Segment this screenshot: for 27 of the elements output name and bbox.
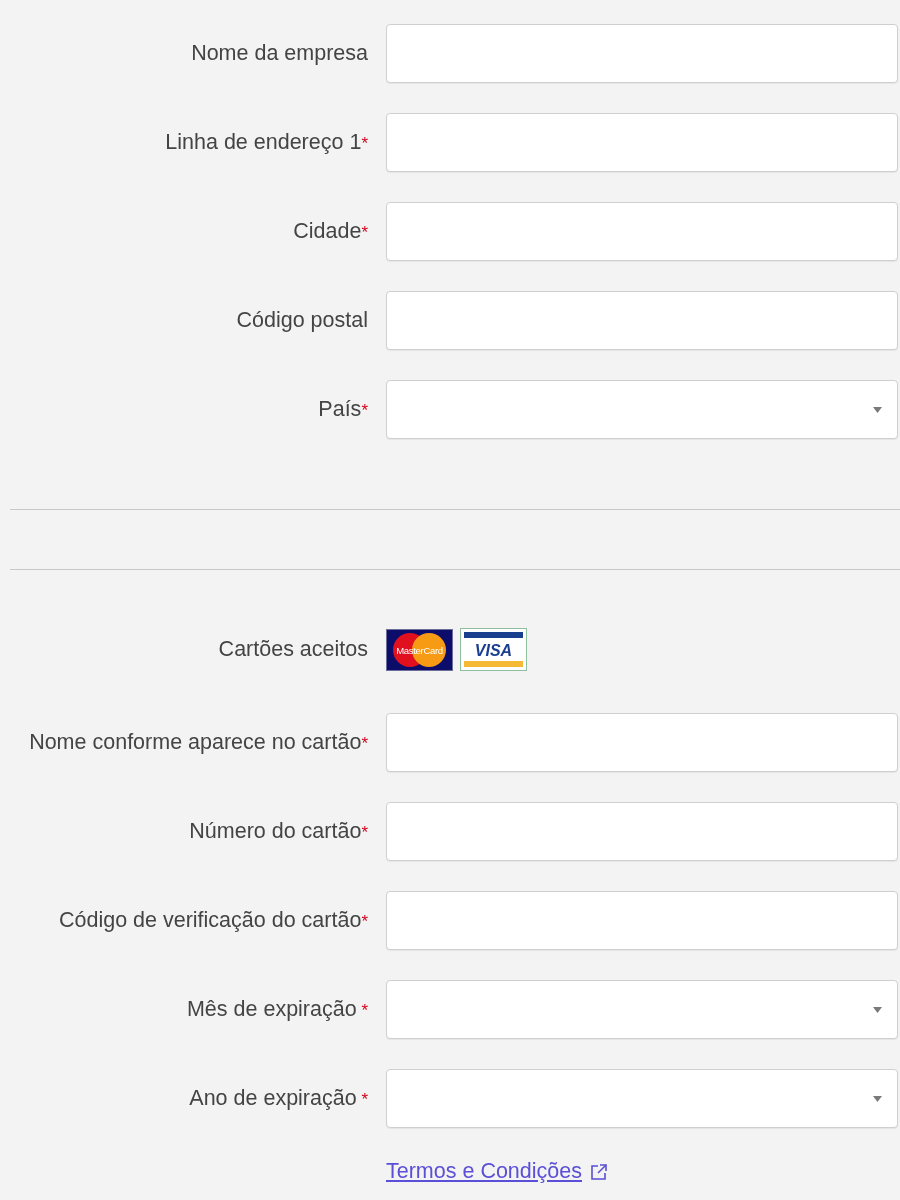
field-label: Cidade* bbox=[292, 219, 368, 244]
terms-link[interactable]: Termos e Condições bbox=[386, 1159, 608, 1184]
text-field[interactable] bbox=[386, 202, 898, 261]
field-label: Cartões aceitos bbox=[217, 637, 368, 662]
text-field[interactable] bbox=[386, 713, 898, 772]
dropdown-field[interactable] bbox=[386, 1069, 898, 1128]
external-link-icon bbox=[590, 1162, 608, 1181]
text-field[interactable] bbox=[386, 24, 898, 83]
visa-logo: VISA bbox=[460, 628, 527, 671]
field-label: País* bbox=[317, 397, 368, 422]
text-field[interactable] bbox=[386, 802, 898, 861]
text-field[interactable] bbox=[386, 113, 898, 172]
text-field[interactable] bbox=[386, 891, 898, 950]
field-label: Código de verificação do cartão* bbox=[58, 908, 368, 933]
text-field[interactable] bbox=[386, 291, 898, 350]
caret-icon bbox=[873, 1006, 882, 1013]
field-label: Código postal bbox=[235, 308, 368, 333]
field-label: Nome conforme aparece no cartão* bbox=[28, 730, 368, 755]
caret-icon bbox=[873, 1095, 882, 1102]
caret-icon bbox=[873, 406, 882, 413]
dropdown-field[interactable] bbox=[386, 980, 898, 1039]
dropdown-field[interactable] bbox=[386, 380, 898, 439]
field-label: Ano de expiração * bbox=[188, 1086, 368, 1111]
field-label: Número do cartão* bbox=[188, 819, 368, 844]
field-label: Linha de endereço 1* bbox=[164, 130, 368, 155]
field-label: Nome da empresa bbox=[190, 41, 368, 66]
field-label: Mês de expiração * bbox=[185, 997, 368, 1022]
